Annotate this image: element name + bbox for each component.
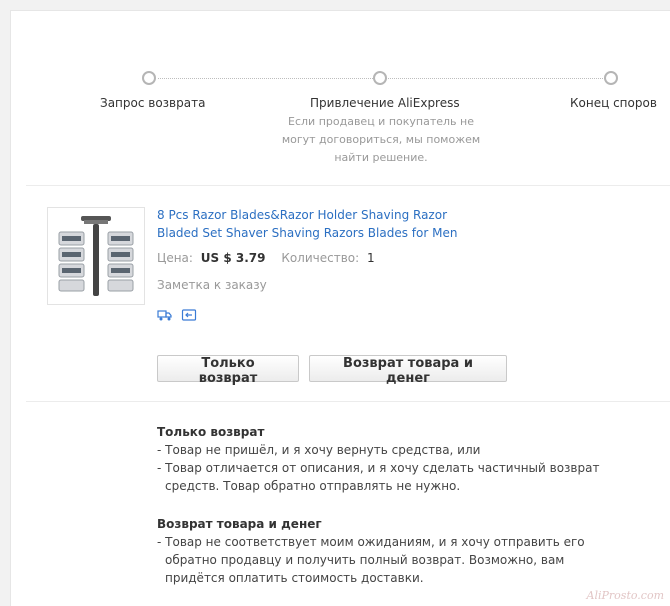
step-2-dot [373, 71, 387, 85]
step-2-label: Привлечение AliExpress [310, 96, 460, 110]
return-and-refund-info-line: придётся оплатить стоимость доставки. [165, 571, 424, 585]
return-and-refund-info: Возврат товара и денег - Товар не соотве… [157, 515, 585, 587]
product-title-link[interactable]: 8 Pcs Razor Blades&Razor Holder Shaving … [157, 206, 477, 242]
divider-top [26, 185, 670, 186]
product-title-line-2: Bladed Set Shaver Shaving Razors Blades … [157, 226, 458, 240]
step-2-description: Если продавец и покупатель не могут дого… [281, 115, 481, 164]
refund-only-info-line: - Товар отличается от описания, и я хочу… [157, 461, 600, 475]
refund-only-info: Только возврат - Товар не пришёл, и я хо… [157, 423, 599, 495]
refund-only-info-title: Только возврат [157, 425, 265, 439]
return-and-refund-info-line: обратно продавцу и получить полный возвр… [165, 553, 565, 567]
quantity-value: 1 [367, 251, 375, 265]
price-row: Цена: US $ 3.79 Количество: 1 [157, 251, 375, 265]
return-and-refund-info-line: - Товар не соответствует моим ожиданиям,… [157, 535, 585, 549]
refund-only-button[interactable]: Только возврат [157, 355, 299, 386]
step-1-label: Запрос возврата [100, 96, 206, 110]
return-and-refund-button[interactable]: Возврат товара и денег [309, 355, 507, 386]
return-and-refund-info-title: Возврат товара и денег [157, 517, 322, 531]
order-note: Заметка к заказу [157, 278, 267, 292]
refund-panel: Запрос возврата Привлечение AliExpress К… [10, 10, 670, 606]
step-3-label: Конец споров [570, 96, 657, 110]
quantity-label: Количество: [281, 251, 360, 265]
price-label: Цена: [157, 251, 193, 265]
watermark: AliProsto.com [586, 589, 664, 602]
return-icon[interactable] [181, 307, 197, 321]
step-3-dot [604, 71, 618, 85]
refund-only-info-line: средств. Товар обратно отправлять не нуж… [165, 479, 461, 493]
product-title-line-1: 8 Pcs Razor Blades&Razor Holder Shaving … [157, 208, 448, 222]
product-icons [157, 307, 197, 321]
dispute-steps: Запрос возврата Привлечение AliExpress К… [11, 11, 670, 191]
price-value: US $ 3.79 [200, 251, 266, 265]
razor-image-icon [48, 208, 144, 304]
refund-only-info-line: - Товар не пришёл, и я хочу вернуть сред… [157, 443, 481, 457]
step-1-dot [142, 71, 156, 85]
truck-icon[interactable] [157, 307, 173, 321]
product-image[interactable] [47, 207, 145, 305]
divider-middle [26, 401, 670, 402]
